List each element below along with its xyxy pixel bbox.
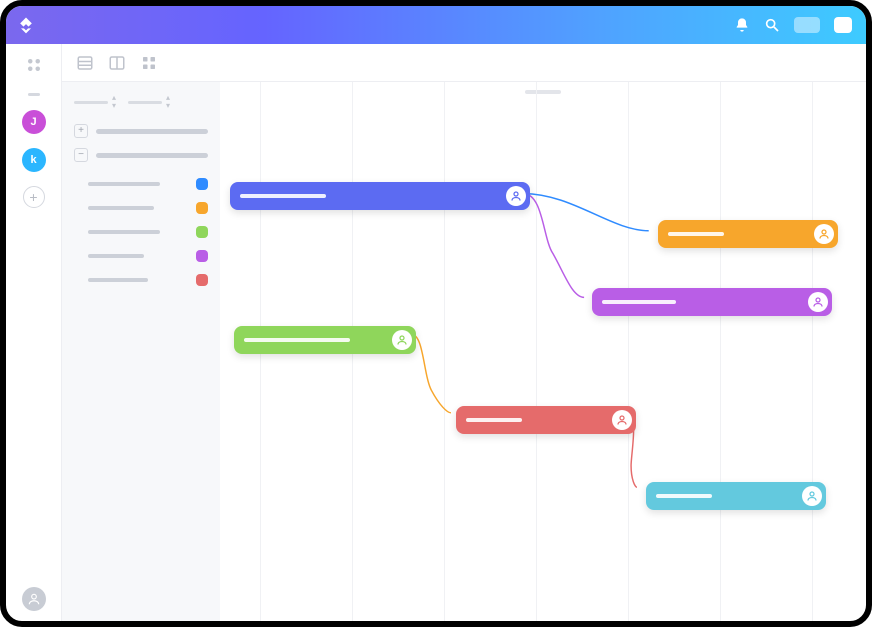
grid-line bbox=[444, 82, 445, 621]
task-label bbox=[88, 230, 160, 234]
bell-icon[interactable] bbox=[734, 17, 750, 33]
gantt-task[interactable] bbox=[456, 406, 636, 434]
gantt-chart[interactable] bbox=[220, 82, 866, 621]
grid-line bbox=[812, 82, 813, 621]
timeline-handle[interactable] bbox=[525, 90, 561, 94]
sidebar-task-item[interactable] bbox=[74, 220, 208, 244]
sidebar-task-item[interactable] bbox=[74, 172, 208, 196]
gantt-task[interactable] bbox=[230, 182, 530, 210]
sidebar-task-item[interactable] bbox=[74, 196, 208, 220]
assignee-avatar[interactable] bbox=[506, 186, 526, 206]
assignee-avatar[interactable] bbox=[392, 330, 412, 350]
topbar-square[interactable] bbox=[834, 17, 852, 33]
sidebar-group-1: + bbox=[74, 124, 208, 138]
color-chip bbox=[196, 250, 208, 262]
sidebar-group-2: − bbox=[74, 148, 208, 292]
task-label bbox=[88, 182, 160, 186]
grid-view-icon[interactable] bbox=[140, 54, 158, 72]
grid-line bbox=[628, 82, 629, 621]
task-title bbox=[466, 418, 522, 422]
task-label bbox=[88, 254, 144, 258]
group-title bbox=[96, 129, 208, 134]
assignee-avatar[interactable] bbox=[612, 410, 632, 430]
color-chip bbox=[196, 274, 208, 286]
view-toolbar bbox=[62, 44, 866, 82]
color-chip bbox=[196, 226, 208, 238]
search-icon[interactable] bbox=[764, 17, 780, 33]
assignee-avatar[interactable] bbox=[808, 292, 828, 312]
app-logo[interactable] bbox=[16, 15, 36, 35]
collapse-toggle[interactable]: − bbox=[74, 148, 88, 162]
task-title bbox=[668, 232, 724, 236]
expand-toggle[interactable]: + bbox=[74, 124, 88, 138]
left-rail: J k + bbox=[6, 44, 62, 621]
topbar bbox=[6, 6, 866, 44]
task-title bbox=[602, 300, 676, 304]
task-title bbox=[656, 494, 712, 498]
gantt-task[interactable] bbox=[646, 482, 826, 510]
task-title bbox=[244, 338, 350, 342]
sidebar-task-item[interactable] bbox=[74, 244, 208, 268]
sidebar-filters: ▴▾ ▴▾ bbox=[74, 94, 208, 110]
filter-2[interactable]: ▴▾ bbox=[128, 94, 170, 110]
task-sidebar: ▴▾ ▴▾ + − bbox=[62, 82, 220, 621]
task-label bbox=[88, 278, 148, 282]
color-chip bbox=[196, 202, 208, 214]
rail-divider bbox=[28, 93, 40, 96]
color-chip bbox=[196, 178, 208, 190]
add-workspace-button[interactable]: + bbox=[23, 186, 45, 208]
apps-icon[interactable] bbox=[25, 56, 43, 79]
filter-1[interactable]: ▴▾ bbox=[74, 94, 116, 110]
sidebar-task-item[interactable] bbox=[74, 268, 208, 292]
workspace-avatar-2[interactable]: k bbox=[22, 148, 46, 172]
assignee-avatar[interactable] bbox=[802, 486, 822, 506]
app-window: J k + ▴▾ ▴▾ + bbox=[0, 0, 872, 627]
workspace-avatar-1[interactable]: J bbox=[22, 110, 46, 134]
grid-line bbox=[536, 82, 537, 621]
list-view-icon[interactable] bbox=[76, 54, 94, 72]
gantt-task[interactable] bbox=[658, 220, 838, 248]
task-title bbox=[240, 194, 326, 198]
task-label bbox=[88, 206, 154, 210]
grid-line bbox=[720, 82, 721, 621]
user-avatar[interactable] bbox=[22, 587, 46, 611]
board-view-icon[interactable] bbox=[108, 54, 126, 72]
gantt-task[interactable] bbox=[234, 326, 416, 354]
gantt-task[interactable] bbox=[592, 288, 832, 316]
topbar-pill[interactable] bbox=[794, 17, 820, 33]
assignee-avatar[interactable] bbox=[814, 224, 834, 244]
group-title bbox=[96, 153, 208, 158]
